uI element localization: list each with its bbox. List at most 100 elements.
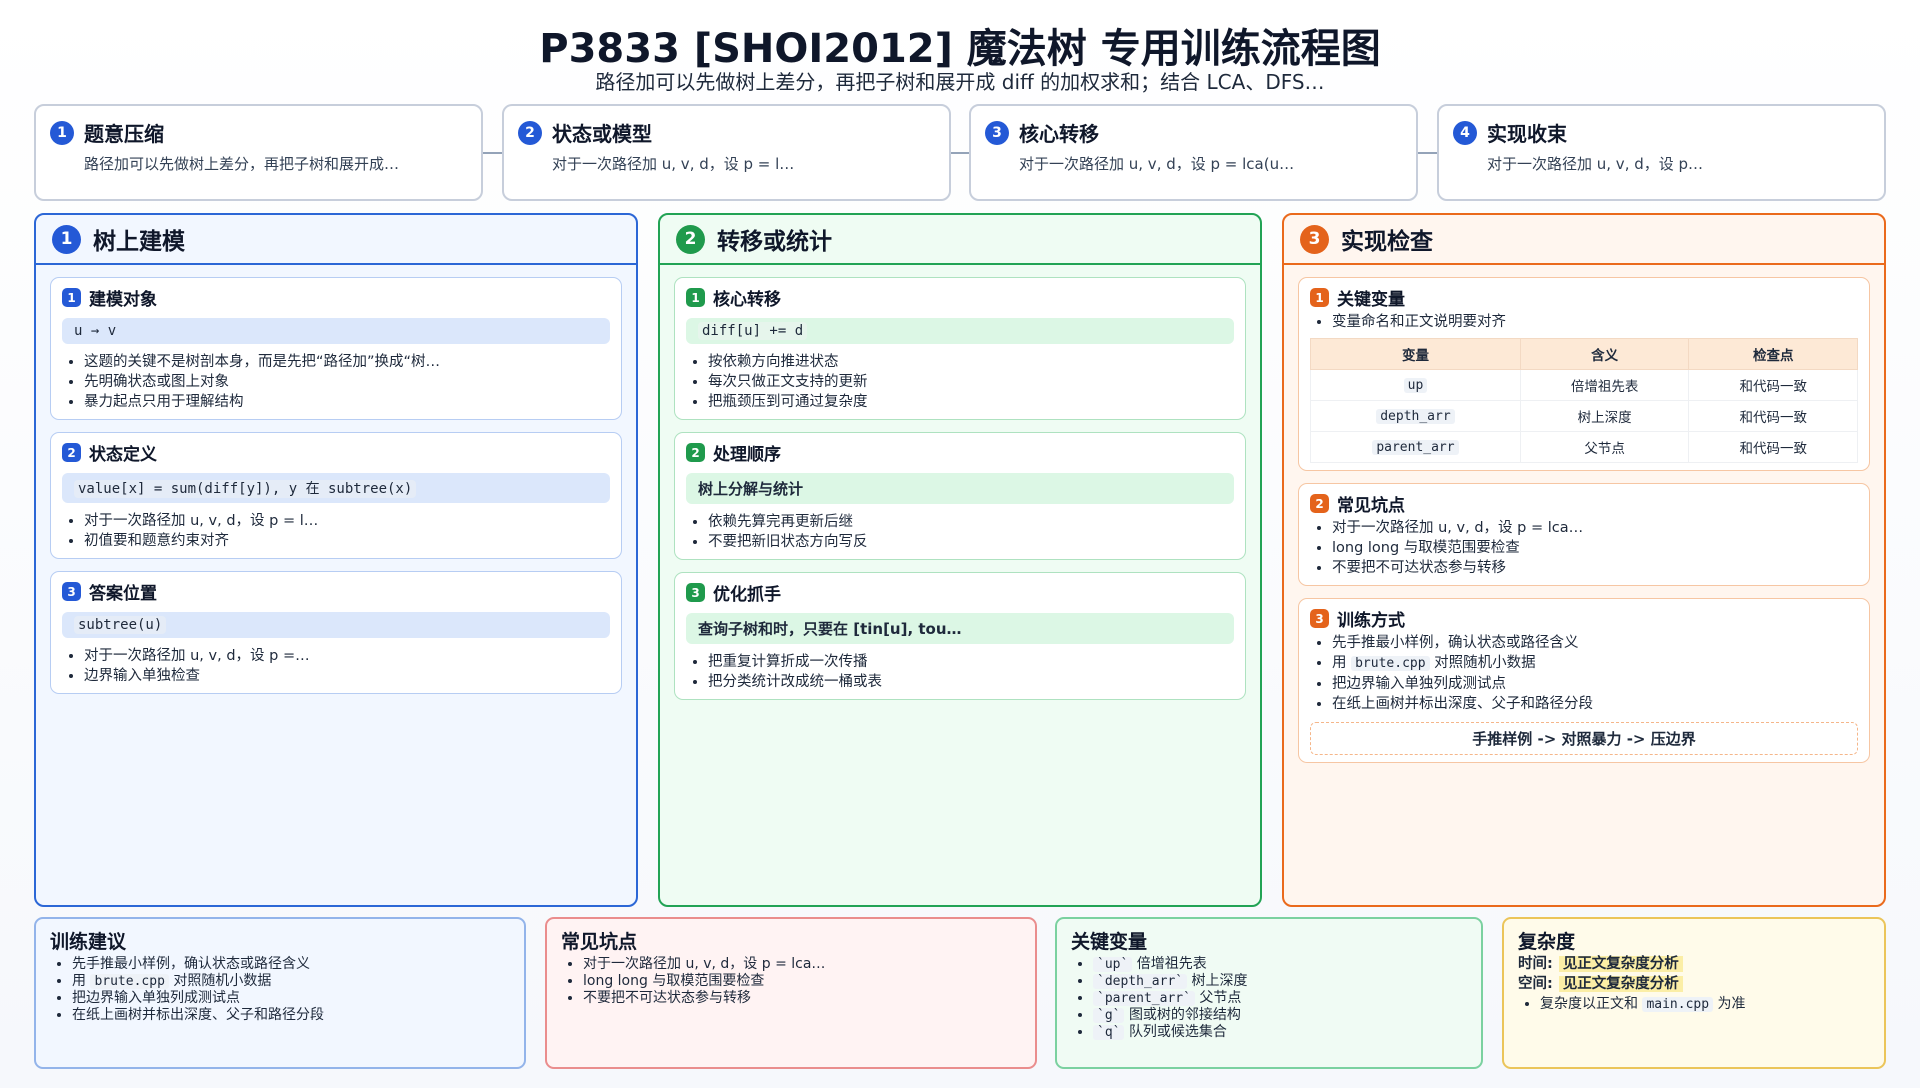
table-header: 变量 (1310, 338, 1521, 370)
code-bar: 树上分解与统计 (686, 473, 1234, 504)
page-subtitle: 路径加可以先做树上差分，再把子树和展开成 diff 的加权求和；结合 LCA、D… (595, 70, 1325, 94)
list-item: `up` 倍增祖先表 (1093, 956, 1467, 973)
step-connector (483, 152, 503, 154)
code-pill: value[x] = sum(diff[y]), y 在 subtree(x) (74, 480, 417, 498)
list-item: `depth_arr` 树上深度 (1093, 973, 1467, 990)
table-header: 检查点 (1688, 338, 1858, 370)
card-training-method: 3 训练方式 先手推最小样例，确认状态或路径含义 用 brute.cpp 对照随… (1298, 598, 1870, 763)
table-cell: depth_arr (1376, 409, 1455, 424)
code-inline: `up` (1093, 957, 1133, 972)
list-item-text: 对照随机小数据 (173, 973, 272, 989)
column-number-badge: 3 (1300, 224, 1329, 254)
step-title: 实现收束 (1487, 122, 1567, 146)
card-number-badge: 1 (62, 288, 81, 307)
step-description: 对于一次路径加 u, v, d，设 p = l… (552, 155, 795, 173)
step-card: 1 题意压缩 路径加可以先做树上差分，再把子树和展开成… (34, 104, 483, 201)
code-inline: brute.cpp (1351, 656, 1430, 671)
step-connector (951, 152, 971, 154)
label: 空间: (1518, 976, 1553, 992)
list-item-text: 用 (72, 973, 86, 989)
card-common-pitfalls: 2 常见坑点 对于一次路径加 u, v, d，设 p = lca… long l… (1298, 483, 1870, 586)
list-item: 在纸上画树并标出深度、父子和路径分段 (72, 1007, 510, 1024)
list-item: 在纸上画树并标出深度、父子和路径分段 (1332, 694, 1858, 714)
list-item: `parent_arr` 父节点 (1093, 990, 1467, 1007)
code-inline: `g` (1093, 1008, 1125, 1023)
card-title: 状态定义 (89, 445, 157, 465)
code-pill: subtree(u) (74, 616, 167, 634)
table-cell: 和代码一致 (1688, 431, 1858, 463)
card-key-variables: 1 关键变量 变量命名和正文说明要对齐 变量 含义 检查点 up 倍增祖先表 和… (1298, 277, 1870, 471)
list-item: 对于一次路径加 u, v, d，设 p =… (84, 646, 610, 666)
table-cell: parent_arr (1372, 440, 1459, 455)
list-item: 对于一次路径加 u, v, d，设 p = l… (84, 511, 610, 531)
step-number-badge: 2 (518, 120, 542, 145)
step-number-badge: 4 (1453, 120, 1477, 145)
table-header: 含义 (1519, 338, 1690, 370)
code-inline: brute.cpp (90, 974, 169, 989)
list-item-text: 用 (1332, 655, 1347, 671)
training-advice-panel: 训练建议 先手推最小样例，确认状态或路径含义 用 brute.cpp 对照随机小… (34, 917, 526, 1069)
list-item: 把边界输入单独列成测试点 (72, 990, 510, 1007)
code-inline: main.cpp (1642, 997, 1714, 1012)
list-item: long long 与取模范围要检查 (583, 973, 1021, 990)
value: 见正文复杂度分析 (1558, 976, 1683, 992)
table-cell: 倍增祖先表 (1519, 369, 1690, 401)
list-item: 边界输入单独检查 (84, 666, 610, 686)
card-number-badge: 3 (1310, 609, 1329, 628)
column-tree-modeling: 1 树上建模 1 建模对象 u → v 这题的关键不是树剖本身，而是先把“路径加… (34, 213, 638, 907)
code-bar: diff[u] += d (686, 318, 1234, 344)
list-item: 把分类统计改成统一桶或表 (708, 672, 1234, 692)
table-row: depth_arr 树上深度 和代码一致 (1310, 400, 1858, 432)
code-bar: u → v (62, 318, 610, 344)
variables-table: 变量 含义 检查点 up 倍增祖先表 和代码一致 depth_arr 树上深度 … (1310, 338, 1858, 463)
column-transition: 2 转移或统计 1 核心转移 diff[u] += d 按依赖方向推进状态 每次… (658, 213, 1262, 907)
list-item: 对于一次路径加 u, v, d，设 p = lca… (1332, 518, 1858, 538)
code-inline: `parent_arr` (1093, 991, 1195, 1006)
table-row: up 倍增祖先表 和代码一致 (1310, 369, 1858, 401)
column-number-badge: 2 (676, 224, 705, 254)
card-processing-order: 2 处理顺序 树上分解与统计 依赖先算完再更新后继 不要把新旧状态方向写反 (674, 432, 1246, 560)
step-card: 2 状态或模型 对于一次路径加 u, v, d，设 p = l… (502, 104, 951, 201)
step-title: 题意压缩 (84, 122, 164, 146)
code-bar: value[x] = sum(diff[y]), y 在 subtree(x) (62, 473, 610, 503)
list-item: 按依赖方向推进状态 (708, 352, 1234, 372)
list-item: 用 brute.cpp 对照随机小数据 (72, 973, 510, 990)
list-item: 不要把新旧状态方向写反 (708, 532, 1234, 552)
card-title: 训练方式 (1337, 611, 1405, 631)
table-row: parent_arr 父节点 和代码一致 (1310, 431, 1858, 463)
list-item: 把瓶颈压到可通过复杂度 (708, 392, 1234, 412)
complexity-panel: 复杂度 时间: 见正文复杂度分析 空间: 见正文复杂度分析 复杂度以正文和 main… (1502, 917, 1886, 1069)
pitfalls-panel: 常见坑点 对于一次路径加 u, v, d，设 p = lca… long lon… (545, 917, 1037, 1069)
list-item: `g` 图或树的邻接结构 (1093, 1007, 1467, 1024)
column-title: 实现检查 (1341, 229, 1433, 255)
list-item: 依赖先算完再更新后继 (708, 512, 1234, 532)
column-number-badge: 1 (52, 224, 81, 254)
list-item-text: 图或树的邻接结构 (1128, 1007, 1241, 1023)
card-title: 答案位置 (89, 584, 157, 604)
list-item: 先手推最小样例，确认状态或路径含义 (72, 956, 510, 973)
card-title: 关键变量 (1337, 290, 1405, 310)
list-item: 先手推最小样例，确认状态或路径含义 (1332, 633, 1858, 653)
step-number-badge: 1 (50, 120, 74, 145)
card-number-badge: 3 (62, 582, 81, 601)
table-cell: 树上深度 (1519, 400, 1690, 432)
card-number-badge: 3 (686, 583, 705, 602)
step-title: 状态或模型 (552, 122, 652, 146)
flow-summary: 手推样例 -> 对照暴力 -> 压边界 (1310, 722, 1858, 755)
card-number-badge: 2 (1310, 494, 1329, 513)
panel-title: 训练建议 (50, 931, 127, 953)
list-item: 暴力起点只用于理解结构 (84, 392, 610, 412)
list-item: 不要把不可达状态参与转移 (1332, 558, 1858, 578)
code-bar: subtree(u) (62, 612, 610, 638)
step-description: 对于一次路径加 u, v, d，设 p… (1487, 155, 1704, 173)
card-number-badge: 2 (686, 443, 705, 462)
list-item: 不要把不可达状态参与转移 (583, 990, 1021, 1007)
steps-row: 1 题意压缩 路径加可以先做树上差分，再把子树和展开成… 2 状态或模型 对于一… (34, 104, 1886, 201)
step-card: 3 核心转移 对于一次路径加 u, v, d，设 p = lca(u… (969, 104, 1418, 201)
card-core-transition: 1 核心转移 diff[u] += d 按依赖方向推进状态 每次只做正文支持的更… (674, 277, 1246, 420)
table-cell: 父节点 (1519, 431, 1690, 463)
card-number-badge: 2 (62, 443, 81, 462)
step-connector (1418, 152, 1438, 154)
list-item: `q` 队列或候选集合 (1093, 1024, 1467, 1041)
card-title: 核心转移 (713, 290, 781, 310)
